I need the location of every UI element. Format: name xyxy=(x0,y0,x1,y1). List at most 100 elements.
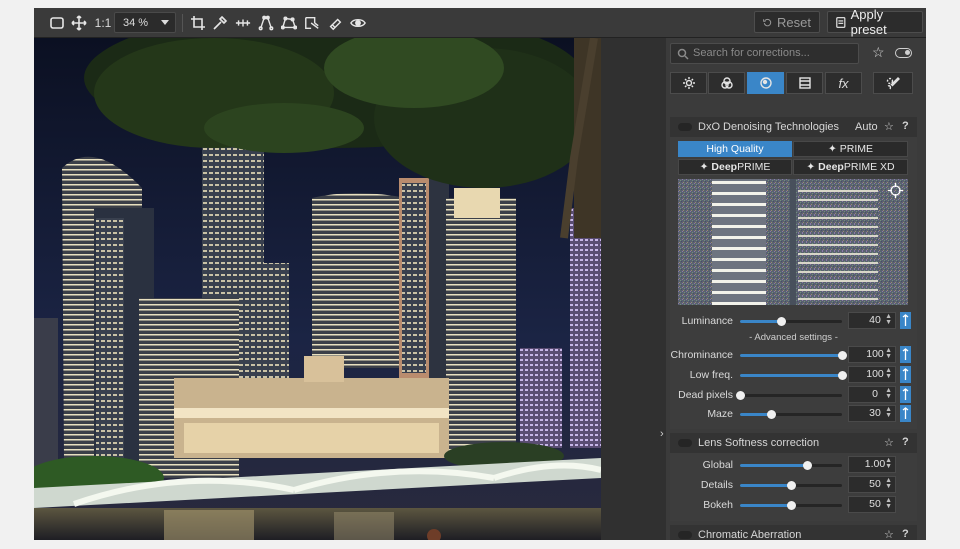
slider-value-field[interactable]: 100 ▲ ▼ xyxy=(848,366,896,383)
zoom-select[interactable]: 34 % xyxy=(114,12,176,33)
search-icon xyxy=(677,48,689,60)
crop-icon[interactable] xyxy=(189,8,207,38)
reset-button[interactable]: Reset xyxy=(754,11,820,33)
picker-icon[interactable] xyxy=(900,386,911,403)
slider-value-field[interactable]: 50 ▲ ▼ xyxy=(848,496,896,513)
chromatic-enable-toggle[interactable] xyxy=(678,531,692,539)
slider-label: Maze xyxy=(707,408,733,420)
favorites-toggle[interactable] xyxy=(895,48,912,58)
slider-value: 50 xyxy=(869,478,881,490)
zoom-1-1-button[interactable]: 1:1 xyxy=(94,8,112,38)
spinner-icon[interactable]: ▲ ▼ xyxy=(885,406,892,419)
slider-value-field[interactable]: 0 ▲ ▼ xyxy=(848,386,896,403)
auto-button[interactable]: Auto xyxy=(855,121,878,133)
slider-track[interactable] xyxy=(736,391,842,400)
spinner-icon[interactable]: ▲ ▼ xyxy=(885,497,892,510)
spinner-icon[interactable]: ▲ ▼ xyxy=(885,347,892,360)
slider-value: 50 xyxy=(869,498,881,510)
chevron-right-icon[interactable]: › xyxy=(660,428,664,440)
slider-value-field[interactable]: 1.00 ▲ ▼ xyxy=(848,456,896,473)
favorites-star-icon[interactable]: ☆ xyxy=(872,44,885,61)
apply-preset-button[interactable]: Apply preset xyxy=(827,8,923,37)
chevron-down-icon xyxy=(161,20,169,25)
chromatic-aberration-header[interactable]: Chromatic Aberration ☆ ? xyxy=(670,525,917,540)
slider-label: Bokeh xyxy=(703,499,733,511)
slider-track[interactable] xyxy=(740,461,842,470)
slider-value-field[interactable]: 50 ▲ ▼ xyxy=(848,476,896,493)
mode-deepprime-label: DeepPRIME xyxy=(711,161,770,173)
mode-deepprime-xd[interactable]: ✦ DeepPRIME XD xyxy=(793,159,908,175)
slider-track[interactable] xyxy=(740,410,842,419)
target-icon[interactable] xyxy=(888,183,903,198)
volume-deformation-icon[interactable] xyxy=(279,8,299,38)
advanced-settings-label[interactable]: - Advanced settings - xyxy=(670,332,917,343)
tab-effects[interactable]: fx xyxy=(825,72,862,94)
tab-light[interactable] xyxy=(670,72,707,94)
mode-deepprime[interactable]: ✦ DeepPRIME xyxy=(678,159,792,175)
slider-thumb[interactable] xyxy=(787,501,796,510)
spinner-icon[interactable]: ▲ ▼ xyxy=(885,477,892,490)
tab-detail[interactable] xyxy=(747,72,784,94)
slider-track[interactable] xyxy=(740,317,842,326)
slider-label: Dead pixels xyxy=(678,389,733,401)
star-icon[interactable]: ☆ xyxy=(884,528,894,540)
spinner-icon[interactable]: ▲ ▼ xyxy=(885,457,892,470)
denoise-header[interactable]: DxO Denoising Technologies Auto ☆ ? xyxy=(670,117,917,137)
perspective-icon[interactable] xyxy=(256,8,276,38)
help-icon[interactable]: ? xyxy=(902,528,909,540)
slider-track[interactable] xyxy=(740,351,847,360)
horizon-icon[interactable] xyxy=(233,8,253,38)
top-toolbar: 1:1 34 % Reset Apply preset xyxy=(34,8,926,38)
star-icon[interactable]: ☆ xyxy=(884,436,894,449)
tab-color[interactable] xyxy=(708,72,745,94)
lens-softness-header[interactable]: Lens Softness correction ☆ ? xyxy=(670,433,917,453)
slider-details: Details 50 ▲ ▼ xyxy=(670,476,917,494)
chromatic-title: Chromatic Aberration xyxy=(698,529,802,540)
denoise-preview[interactable] xyxy=(678,179,908,305)
slider-track[interactable] xyxy=(740,481,842,490)
fx-icon: fx xyxy=(838,75,849,91)
star-icon[interactable]: ☆ xyxy=(884,120,894,133)
slider-thumb[interactable] xyxy=(838,371,847,380)
tab-local[interactable] xyxy=(873,72,913,94)
picker-icon[interactable] xyxy=(900,405,911,422)
spinner-icon[interactable]: ▲ ▼ xyxy=(885,313,892,326)
spinner-icon[interactable]: ▲ ▼ xyxy=(885,367,892,380)
slider-value-field[interactable]: 30 ▲ ▼ xyxy=(848,405,896,422)
slider-label: Global xyxy=(702,459,733,471)
picker-icon[interactable] xyxy=(900,346,911,363)
help-icon[interactable]: ? xyxy=(902,436,909,448)
mode-high-quality[interactable]: High Quality xyxy=(678,141,792,157)
help-icon[interactable]: ? xyxy=(902,120,909,132)
photo-viewer[interactable] xyxy=(34,38,601,540)
slider-value-field[interactable]: 100 ▲ ▼ xyxy=(848,346,896,363)
compare-icon[interactable] xyxy=(48,8,66,38)
slider-thumb[interactable] xyxy=(803,461,813,470)
slider-thumb[interactable] xyxy=(776,317,786,326)
brush-icon xyxy=(886,77,900,90)
slider-thumb[interactable] xyxy=(838,351,847,360)
mode-prime[interactable]: ✦ PRIME xyxy=(793,141,908,157)
eye-icon[interactable] xyxy=(348,8,368,38)
repair-icon[interactable] xyxy=(325,8,345,38)
slider-value: 100 xyxy=(866,368,884,380)
slider-fill xyxy=(740,354,842,357)
slider-thumb[interactable] xyxy=(766,410,776,419)
eyedropper-icon[interactable] xyxy=(211,8,229,38)
slider-global: Global 1.00 ▲ ▼ xyxy=(670,456,917,474)
tab-geometry[interactable] xyxy=(786,72,823,94)
slider-value-field[interactable]: 40 ▲ ▼ xyxy=(848,312,896,329)
denoise-enable-toggle[interactable] xyxy=(678,123,692,131)
zoom-value: 34 % xyxy=(123,16,149,29)
spinner-icon[interactable]: ▲ ▼ xyxy=(885,387,892,400)
picker-icon[interactable] xyxy=(900,312,911,329)
move-icon[interactable] xyxy=(70,8,88,38)
lens-softness-enable-toggle[interactable] xyxy=(678,439,692,447)
slider-thumb[interactable] xyxy=(787,481,796,490)
slider-track[interactable] xyxy=(740,501,842,510)
slider-thumb[interactable] xyxy=(736,391,745,400)
local-adjustments-icon[interactable] xyxy=(302,8,322,38)
picker-icon[interactable] xyxy=(900,366,911,383)
search-input[interactable]: Search for corrections... xyxy=(670,43,859,64)
slider-track[interactable] xyxy=(740,371,847,380)
